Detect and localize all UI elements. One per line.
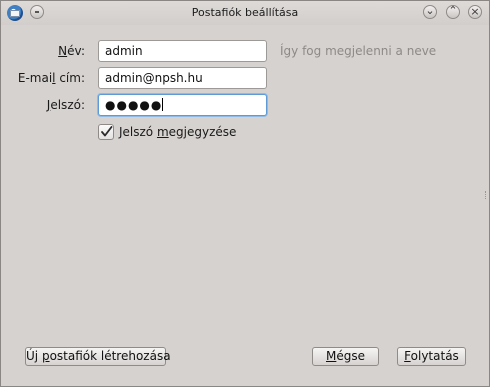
- name-label: Név:: [58, 44, 85, 58]
- name-field-value: admin: [105, 44, 143, 58]
- password-label: Jelszó:: [46, 98, 85, 112]
- name-field[interactable]: admin: [98, 40, 267, 62]
- minimize-icon[interactable]: ⌄: [423, 4, 437, 19]
- remember-password-label[interactable]: Jelszó megjegyzése: [119, 125, 236, 139]
- title-bar[interactable]: Postafiók beállítása ⌄ ⌃ ×: [1, 1, 489, 25]
- email-label: E-mail cím:: [17, 71, 85, 85]
- new-account-button[interactable]: Új postafiók létrehozása: [25, 347, 171, 366]
- cancel-button[interactable]: Mégse: [312, 347, 379, 366]
- account-setup-window: Postafiók beállítása ⌄ ⌃ × Név: admin Íg…: [0, 0, 490, 387]
- email-field[interactable]: admin@npsh.hu: [98, 67, 267, 89]
- checkmark-icon: [101, 126, 113, 137]
- close-icon[interactable]: ×: [468, 5, 482, 19]
- password-field[interactable]: ●●●●●: [98, 94, 267, 116]
- remember-password-checkbox[interactable]: [98, 124, 114, 140]
- side-grip: [485, 191, 488, 199]
- password-field-value: ●●●●●: [105, 98, 163, 112]
- continue-button[interactable]: Folytatás: [397, 347, 466, 366]
- email-field-value: admin@npsh.hu: [105, 71, 203, 85]
- text-cursor: [162, 98, 164, 111]
- window-title: Postafiók beállítása: [191, 6, 299, 19]
- maximize-icon[interactable]: ⌃: [446, 4, 460, 19]
- name-hint: Így fog megjelenni a neve: [280, 44, 437, 58]
